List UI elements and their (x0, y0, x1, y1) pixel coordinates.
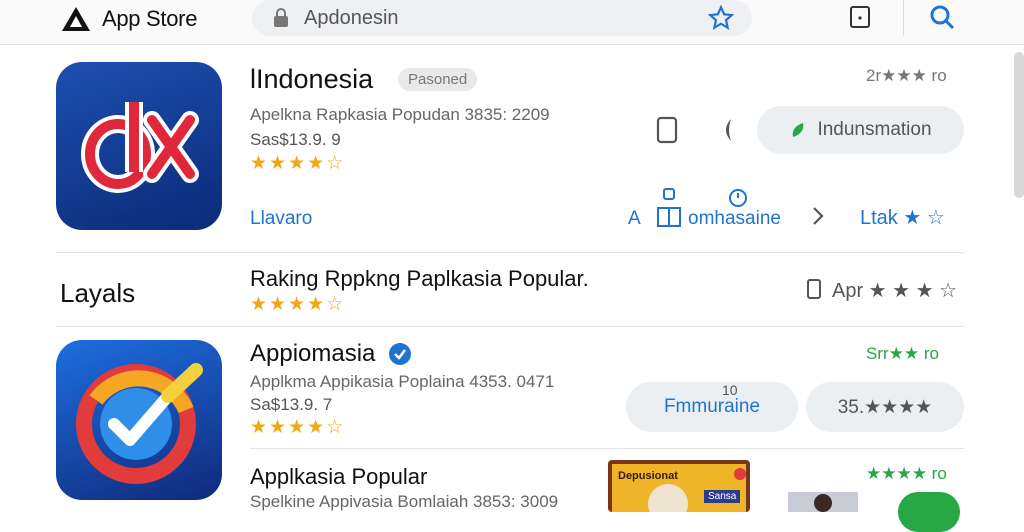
check-logo-icon (76, 363, 203, 484)
section-label: Layals (60, 278, 136, 308)
device-icon[interactable] (656, 116, 678, 144)
pill-rating: 35.★★★★ (837, 396, 933, 418)
brand[interactable]: App Store (60, 4, 197, 34)
divider (56, 252, 964, 253)
app-badge: Pasoned (398, 68, 478, 91)
rating-summary: Srr★★ ro (866, 344, 939, 363)
thumbnail-caption: Sansa (704, 490, 741, 503)
search-icon[interactable] (928, 2, 956, 32)
action-right[interactable]: Ltak ★ ☆ (860, 205, 945, 230)
app-store-logo-icon (62, 7, 90, 31)
action-a[interactable]: A (628, 208, 641, 230)
app-subtitle: Applkma Appikasia Poplaina 4353. 0471 (250, 372, 555, 391)
tablet-icon[interactable] (848, 4, 872, 30)
app-link[interactable]: Llavaro (250, 208, 312, 230)
rating-stars: ★★★★☆ (250, 153, 346, 174)
app-subtitle: Apelkna Rapkasia Popudan 3835: 2209 (250, 105, 550, 124)
whatsapp-icon[interactable] (898, 492, 960, 532)
app-price: Sas$13.9. 9 (250, 130, 341, 149)
rating-stars: ★★★★☆ (250, 417, 346, 438)
clock-icon (728, 188, 748, 208)
app-icon-appiomasia[interactable] (56, 340, 222, 500)
app-price: Sa$13.9. 7 (250, 395, 333, 414)
search-bar[interactable] (252, 0, 752, 36)
app-subtitle: Spelkine Appivasia Bomlaiah 3853: 3009 (250, 492, 559, 511)
section-stars: ★★★★☆ (250, 294, 346, 315)
leaf-icon (793, 123, 804, 137)
star-outline-icon[interactable] (708, 5, 734, 31)
scrollbar[interactable] (1014, 52, 1024, 198)
screenshot-thumbnail[interactable] (788, 492, 858, 512)
thumbnail-title: Depusionat (618, 470, 678, 482)
brand-name: App Store (102, 6, 198, 31)
action-label[interactable]: omhasaine (688, 208, 781, 230)
rating-summary: 2r★★★ ro (866, 66, 947, 85)
rating-summary: ★★★★ ro (866, 464, 947, 483)
search-input[interactable] (302, 5, 686, 31)
chevron-right-icon[interactable] (810, 204, 826, 228)
pill-label: Fmmuraine (663, 396, 761, 417)
columns-icon[interactable] (656, 186, 682, 230)
rating-button[interactable]: 35.★★★★ (806, 382, 964, 432)
app-thumbnail[interactable]: Depusionat Sansa (608, 460, 750, 512)
section-heading[interactable]: Raking Rppkng Paplkasia Popular. (250, 266, 589, 292)
divider (56, 326, 964, 327)
section-rating: Apr ★ ★ ★ ☆ (832, 280, 958, 302)
app-title[interactable]: lIndonesia (250, 64, 373, 95)
get-button-label: Indunsmation (817, 119, 932, 140)
app-title[interactable]: Appiomasia (250, 340, 375, 368)
divider (250, 448, 964, 449)
get-button[interactable]: Indunsmation (757, 106, 964, 154)
share-icon[interactable] (716, 116, 736, 144)
app-title[interactable]: Applkasia Popular (250, 464, 427, 490)
pill-small-label: 10 (722, 382, 738, 398)
lock-icon (274, 8, 288, 27)
device-icon[interactable] (806, 278, 822, 300)
toolbar-divider (903, 0, 904, 36)
info-button[interactable]: Fmmuraine (626, 382, 798, 432)
app-icon-indonesia[interactable] (56, 62, 222, 230)
verified-icon (388, 342, 412, 366)
ok-logo-icon (81, 102, 199, 193)
